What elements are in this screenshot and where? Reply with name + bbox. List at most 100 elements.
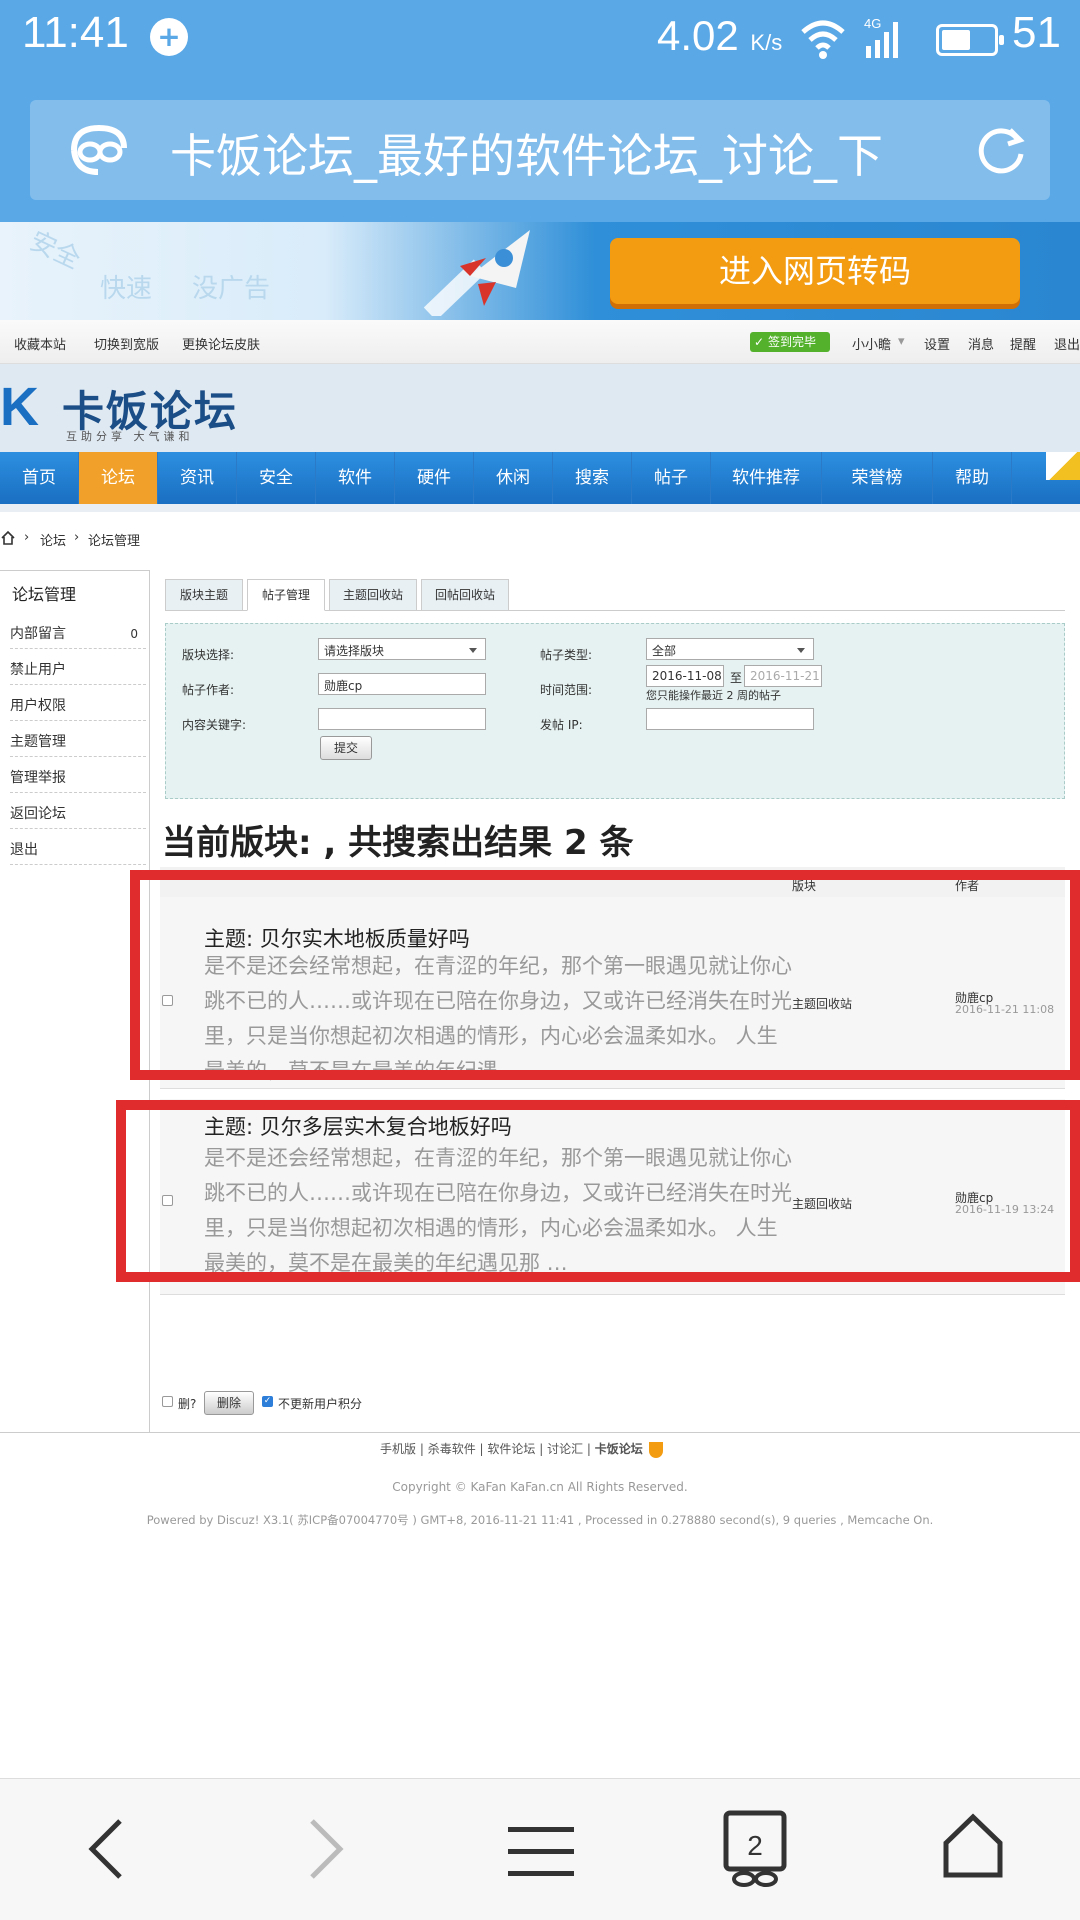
breadcrumb-forum[interactable]: 论坛 [40,530,66,549]
nav-item[interactable]: 荣誉榜 [822,452,933,504]
sidebar-item-report-manage[interactable]: 管理举报 [10,757,146,793]
sidebar-title: 论坛管理 [12,585,77,604]
main-nav: 首页 论坛 资讯 安全 软件 硬件 休闲 搜索 帖子 软件推荐 荣誉榜 帮助 [0,452,1080,504]
admin-sidebar: 论坛管理 内部留言 0 禁止用户 用户权限 主题管理 管理举报 返回论坛 退出 [0,570,150,1432]
site-logo[interactable]: K 卡饭论坛 互助分享 大气谦和 [0,374,240,444]
network-speed-unit: K/s [750,30,783,55]
footer-link-mobile[interactable]: 手机版 [380,1442,416,1456]
nav-item[interactable]: 资讯 [158,452,237,504]
nav-item[interactable]: 首页 [0,452,79,504]
highlight-box [116,1100,1080,1282]
result-summary: 当前版块: , 共搜索出结果 2 条 [162,823,634,863]
no-credit-checkbox[interactable]: ✓ [262,1396,273,1407]
date-separator: 至 [730,671,743,685]
shield-icon [648,1441,663,1458]
nav-corner-decoration [1046,452,1080,480]
sign-in-badge[interactable]: 签到完毕 [750,332,830,352]
browser-mask-icon [71,124,127,175]
battery-level: 51 [1012,8,1061,57]
nav-item[interactable]: 安全 [237,452,316,504]
sidebar-item-internal-messages[interactable]: 内部留言 0 [10,613,146,649]
nav-item[interactable]: 休闲 [474,452,553,504]
reload-icon[interactable] [974,124,1028,178]
settings-link[interactable]: 设置 [924,334,950,353]
signal-network-label: 4G [864,16,881,31]
nav-item[interactable]: 搜索 [553,452,632,504]
copyright-text: Copyright © KaFan KaFan.cn All Rights Re… [392,1480,688,1494]
footer-link-software[interactable]: 软件论坛 [487,1442,535,1456]
tab-thread-recycle[interactable]: 主题回收站 [329,579,417,611]
forum-page: 收藏本站 切换到宽版 更换论坛皮肤 签到完毕 小小瞻 ▾ 设置 消息 提醒 退出… [0,320,1080,1778]
back-icon[interactable] [86,1819,126,1879]
notifications-link[interactable]: 提醒 [1010,334,1036,353]
manage-tabs: 版块主题 帖子管理 主题回收站 回帖回收站 [165,575,1065,611]
forum-select[interactable]: 请选择版块 [318,638,486,660]
delete-button[interactable]: 删除 [204,1391,254,1415]
keyword-input[interactable] [318,708,486,730]
banner-word: 没广告 [192,274,271,304]
wifi-icon [801,20,845,59]
nav-item[interactable]: 硬件 [395,452,474,504]
forward-icon[interactable] [306,1819,346,1879]
message-count: 0 [130,627,138,641]
post-ip-label: 发帖 IP: [540,718,583,732]
post-type-label: 帖子类型: [540,648,593,662]
signal-icon: 4G [864,16,898,58]
tab-reply-recycle[interactable]: 回帖回收站 [421,579,509,611]
sidebar-item-back-to-forum[interactable]: 返回论坛 [10,793,146,829]
home-icon[interactable] [0,530,16,546]
status-time: 11:41 [22,8,129,57]
post-type-select[interactable]: 全部 [646,638,814,660]
submit-button[interactable]: 提交 [320,736,372,760]
footer-link-discussion[interactable]: 讨论汇 [547,1442,583,1456]
page-title: 卡饭论坛_最好的软件论坛_讨论_下 [170,129,883,183]
date-from-input[interactable]: 2016-11-08 [646,665,724,687]
highlight-box [130,870,1080,1080]
change-skin-link[interactable]: 更换论坛皮肤 [182,334,260,353]
select-all-checkbox[interactable] [162,1396,173,1407]
nav-item[interactable]: 软件推荐 [711,452,822,504]
chevron-down-icon: ▾ [898,334,905,349]
date-to-input[interactable]: 2016-11-21 [744,665,822,687]
delete-label: 删? [178,1397,197,1411]
wide-mode-link[interactable]: 切换到宽版 [94,334,159,353]
powered-by-text: Powered by Discuz! X3.1( 苏ICP备07004770号 … [146,1513,934,1527]
no-credit-label: 不更新用户积分 [278,1397,363,1411]
tab-post-manage[interactable]: 帖子管理 [247,579,325,611]
sidebar-item-label: 内部留言 [10,626,66,642]
sidebar-item-logout[interactable]: 退出 [10,829,146,865]
top-links-bar: 收藏本站 切换到宽版 更换论坛皮肤 签到完毕 小小瞻 ▾ 设置 消息 提醒 退出 [0,320,1080,364]
user-menu[interactable]: 小小瞻 [852,334,891,353]
time-range-label: 时间范围: [540,683,593,697]
menu-icon[interactable] [508,1825,574,1879]
enter-transcode-button[interactable]: 进入网页转码 [610,238,1020,304]
messages-link[interactable]: 消息 [968,334,994,353]
battery-icon [936,24,1004,56]
nav-item[interactable]: 帖子 [632,452,711,504]
footer-link-kafan[interactable]: 卡饭论坛 [595,1442,643,1456]
author-input[interactable]: 勋鹿cp [318,673,486,695]
home-icon[interactable] [942,1813,1004,1879]
sidebar-item-thread-manage[interactable]: 主题管理 [10,721,146,757]
post-ip-input[interactable] [646,708,814,730]
sidebar-item-ban-user[interactable]: 禁止用户 [10,649,146,685]
author-label: 帖子作者: [182,683,235,697]
network-speed: 4.02 K/s [657,12,782,60]
forum-select-label: 版块选择: [182,648,235,662]
sync-icon: + [150,18,188,56]
logout-link[interactable]: 退出 [1054,334,1080,353]
nav-item[interactable]: 论坛 [79,452,158,504]
browser-bottom-bar: 2 [0,1778,1080,1920]
tab-board-threads[interactable]: 版块主题 [165,579,243,611]
nav-item[interactable]: 软件 [316,452,395,504]
footer-link-antivirus[interactable]: 杀毒软件 [428,1442,476,1456]
chevron-right-icon: › [74,530,80,545]
nav-item[interactable]: 帮助 [933,452,1012,504]
kafan-logo-icon: K [0,377,39,437]
banner-word: 快速 [100,274,153,304]
address-bar[interactable]: 卡饭论坛_最好的软件论坛_讨论_下 [30,100,1050,200]
favorite-link[interactable]: 收藏本站 [14,334,66,353]
sidebar-item-user-permissions[interactable]: 用户权限 [10,685,146,721]
tabs-icon[interactable]: 2 [722,1809,792,1889]
breadcrumb-forum-manage[interactable]: 论坛管理 [88,530,140,549]
